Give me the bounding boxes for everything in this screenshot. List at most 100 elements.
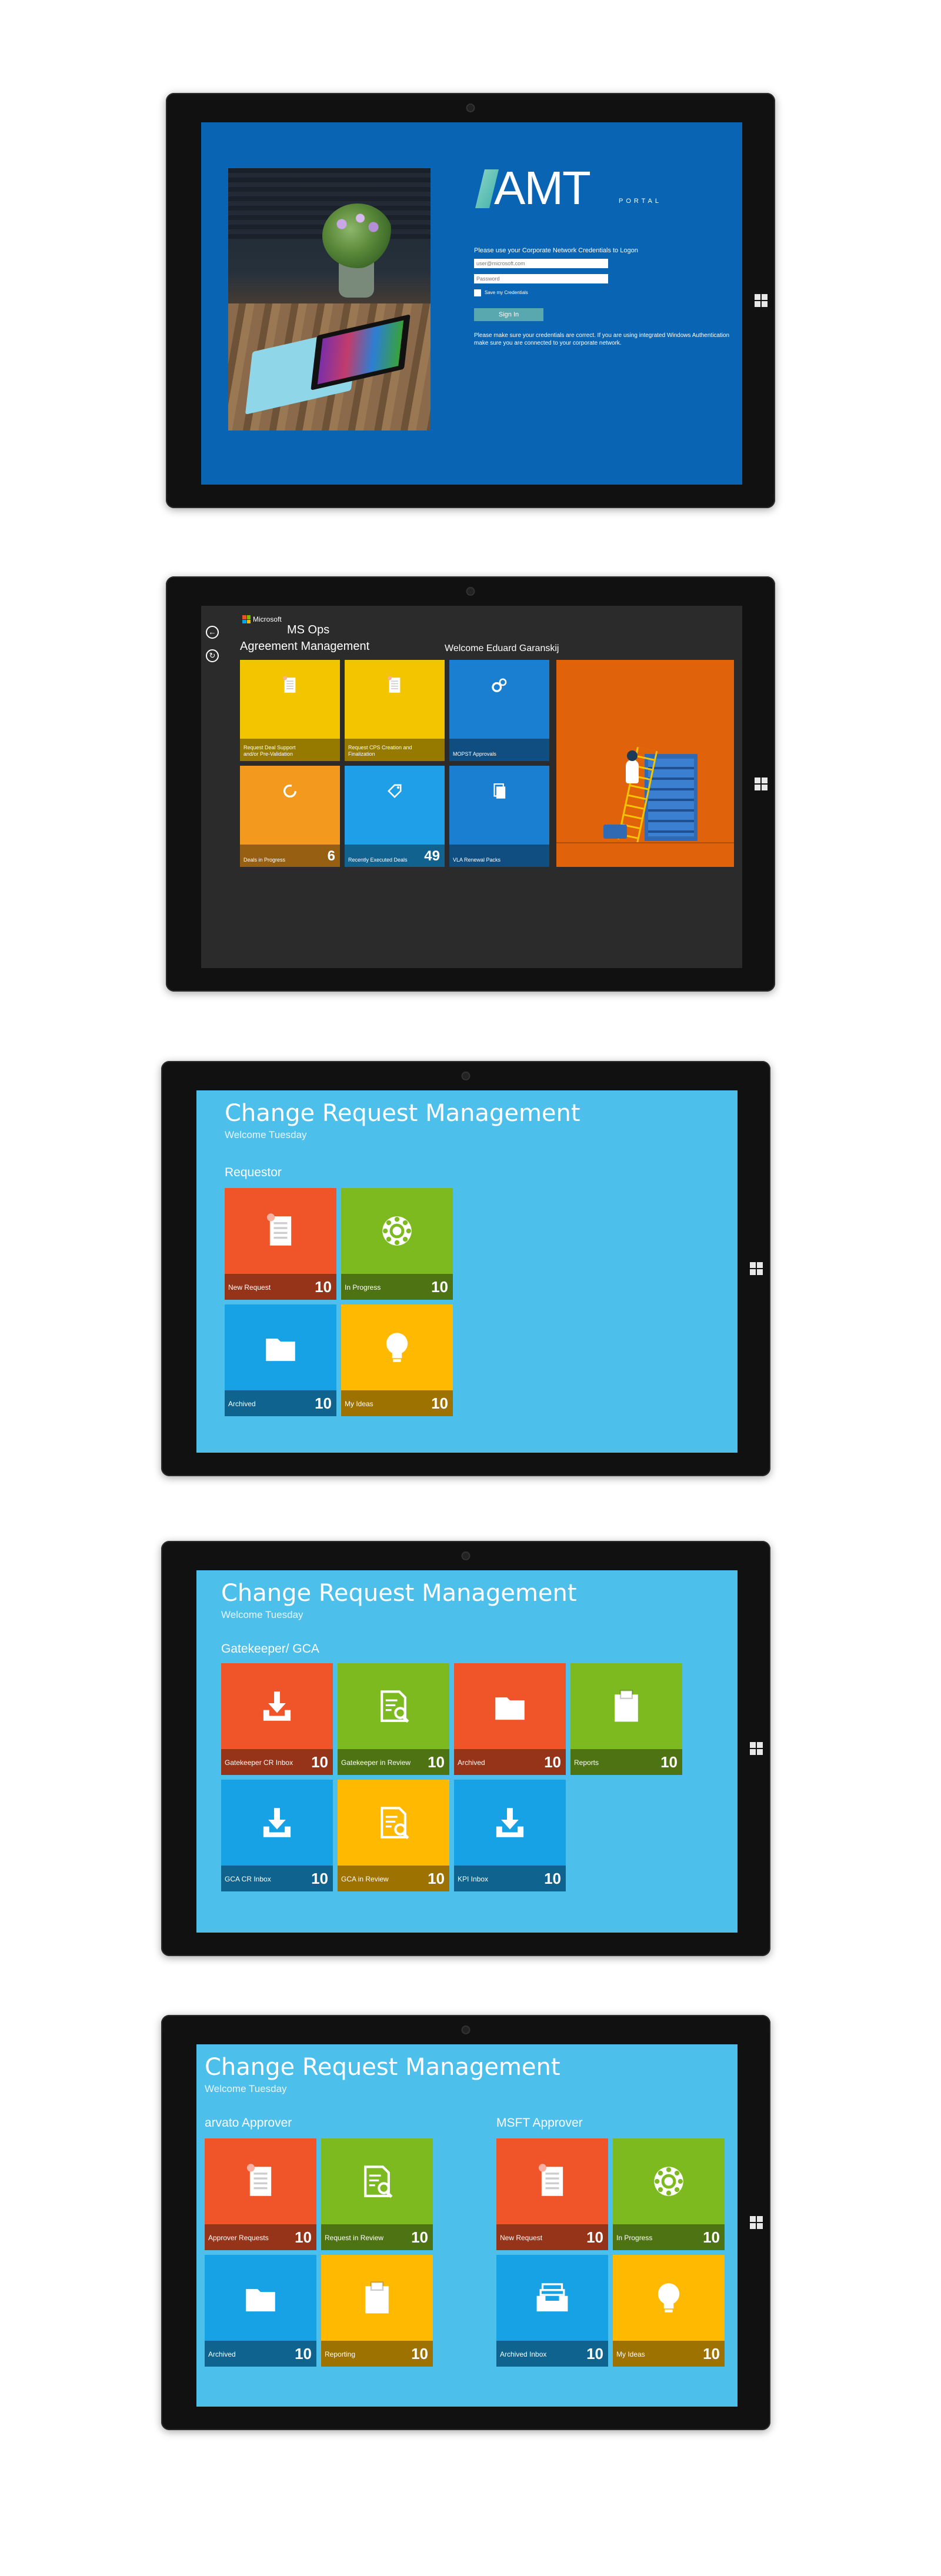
document-icon: [241, 2162, 280, 2204]
clipboard-icon: [607, 1687, 646, 1729]
windows-button[interactable]: [750, 1742, 763, 1755]
tile-label: Archived: [458, 1759, 485, 1767]
page-title: Change Request Management: [221, 1580, 577, 1607]
tile-request-in-review[interactable]: Request in Review 10: [321, 2138, 433, 2250]
section-title-msft: MSFT Approver: [496, 2116, 583, 2130]
tile-archived-inbox[interactable]: Archived Inbox 10: [496, 2255, 608, 2367]
tile-label: Recently Executed Deals: [348, 857, 408, 863]
tile-label: GCA CR Inbox: [225, 1875, 271, 1883]
tile-archived[interactable]: Archived 10: [205, 2255, 316, 2367]
gear-icon: [378, 1212, 416, 1253]
tile-gca-in-review[interactable]: GCA in Review 10: [338, 1780, 449, 1891]
tile-vla-renewal-packs[interactable]: VLA Renewal Packs: [449, 766, 549, 867]
tile-label: In Progress: [616, 2234, 653, 2242]
lightbulb-icon: [649, 2278, 688, 2320]
gear-icon: [649, 2162, 688, 2204]
tile-count: 6: [327, 848, 335, 864]
document-icon: [533, 2162, 572, 2204]
tile-count: 10: [315, 1278, 332, 1296]
folder-icon: [241, 2278, 280, 2320]
windows-button[interactable]: [755, 778, 768, 790]
tile-gca-cr-inbox[interactable]: GCA CR Inbox 10: [221, 1780, 333, 1891]
tag-icon: [385, 781, 405, 804]
tile-label: My Ideas: [345, 1400, 373, 1408]
tile-deals-in-progress[interactable]: Deals in Progress 6: [240, 766, 340, 867]
tile-count: 10: [703, 2228, 720, 2246]
windows-button[interactable]: [750, 2216, 763, 2229]
tile-in-progress[interactable]: In Progress 10: [341, 1188, 453, 1300]
copy-icon: [489, 781, 509, 804]
tile-in-progress[interactable]: In Progress 10: [613, 2138, 725, 2250]
tile-kpi-inbox[interactable]: KPI Inbox 10: [454, 1780, 566, 1891]
windows-button[interactable]: [750, 1262, 763, 1275]
back-arrow-icon[interactable]: ←: [206, 626, 219, 639]
tile-label: GCA in Review: [341, 1875, 389, 1883]
tile-footer: [449, 845, 549, 867]
tile-my-ideas[interactable]: My Ideas 10: [613, 2255, 725, 2367]
tile-archived[interactable]: Archived 10: [225, 1304, 336, 1416]
tablet-frame-gatekeeper: Change Request Management Welcome Tuesda…: [161, 1541, 770, 1956]
tile-count: 10: [431, 1278, 448, 1296]
welcome-text: Welcome Tuesday: [205, 2083, 287, 2094]
tile-count: 10: [428, 1870, 445, 1887]
tile-new-request[interactable]: New Request 10: [225, 1188, 336, 1300]
tile-count: 49: [424, 848, 440, 864]
tile-approver-requests[interactable]: Approver Requests 10: [205, 2138, 316, 2250]
password-field[interactable]: [474, 274, 608, 283]
document-icon: [385, 675, 405, 698]
tile-count: 10: [431, 1394, 448, 1412]
camera: [461, 1551, 470, 1560]
windows-button[interactable]: [755, 294, 768, 307]
save-credentials-checkbox[interactable]: [474, 289, 481, 296]
tile-new-request[interactable]: New Request 10: [496, 2138, 608, 2250]
download-icon: [258, 1803, 296, 1845]
tile-label: Gatekeeper in Review: [341, 1759, 411, 1767]
msops-screen: ← ↻ Microsoft MS Ops Agreement Managemen…: [201, 606, 742, 968]
email-field[interactable]: [474, 259, 608, 268]
plant-flowers: [331, 209, 384, 239]
tile-label: MOPST Approvals: [453, 751, 496, 757]
tile-label: KPI Inbox: [458, 1875, 489, 1883]
tile-my-ideas[interactable]: My Ideas 10: [341, 1304, 453, 1416]
folder-icon: [261, 1328, 300, 1370]
microsoft-logo-icon: [242, 615, 251, 623]
spinner-icon: [280, 781, 300, 804]
review-icon: [358, 2162, 396, 2204]
tile-recently-executed-deals[interactable]: Recently Executed Deals 49: [345, 766, 445, 867]
tile-reporting[interactable]: Reporting 10: [321, 2255, 433, 2367]
tile-mopst-approvals[interactable]: MOPST Approvals: [449, 660, 549, 761]
lightbulb-icon: [378, 1328, 416, 1370]
tile-label: Gatekeeper CR Inbox: [225, 1759, 293, 1767]
tile-count: 10: [311, 1753, 328, 1771]
tile-count: 10: [411, 2345, 428, 2363]
tile-label: Deals in Progress: [243, 857, 286, 863]
tile-count: 10: [586, 2228, 603, 2246]
document-icon: [261, 1212, 300, 1253]
tile-label: New Request: [500, 2234, 543, 2242]
tile-reports[interactable]: Reports 10: [570, 1663, 682, 1775]
tile-request-cps-creation-and-finalization[interactable]: Request CPS Creation and Finalization: [345, 660, 445, 761]
tile-count: 10: [544, 1753, 561, 1771]
hero-photo: [228, 168, 431, 431]
refresh-icon[interactable]: ↻: [206, 649, 219, 662]
tile-count: 10: [428, 1753, 445, 1771]
tile-label: VLA Renewal Packs: [453, 857, 501, 863]
tile-count: 10: [295, 2345, 312, 2363]
section-title: Agreement Management: [240, 640, 370, 653]
tile-archived[interactable]: Archived 10: [454, 1663, 566, 1775]
tile-request-deal-support-and-or-pre-validation[interactable]: Request Deal Support and/or Pre-Validati…: [240, 660, 340, 761]
tile-gatekeeper-in-review[interactable]: Gatekeeper in Review 10: [338, 1663, 449, 1775]
gatekeeper-screen: Change Request Management Welcome Tuesda…: [196, 1570, 738, 1933]
clipboard-icon: [358, 2278, 396, 2320]
tile-label: In Progress: [345, 1283, 381, 1292]
page-title: Change Request Management: [225, 1100, 580, 1127]
floor-line: [556, 842, 734, 843]
tablet-frame-login: AMT PORTAL Please use your Corporate Net…: [166, 93, 775, 508]
tile-label: Approver Requests: [208, 2234, 269, 2242]
logo-text: AMT: [494, 162, 591, 214]
tablet-frame-requestor: Change Request Management Welcome Tuesda…: [161, 1061, 770, 1476]
logo-sub: PORTAL: [619, 198, 662, 205]
tile-gatekeeper-cr-inbox[interactable]: Gatekeeper CR Inbox 10: [221, 1663, 333, 1775]
sign-in-button[interactable]: Sign In: [474, 308, 543, 321]
tablet-frame-msops: ← ↻ Microsoft MS Ops Agreement Managemen…: [166, 576, 775, 992]
